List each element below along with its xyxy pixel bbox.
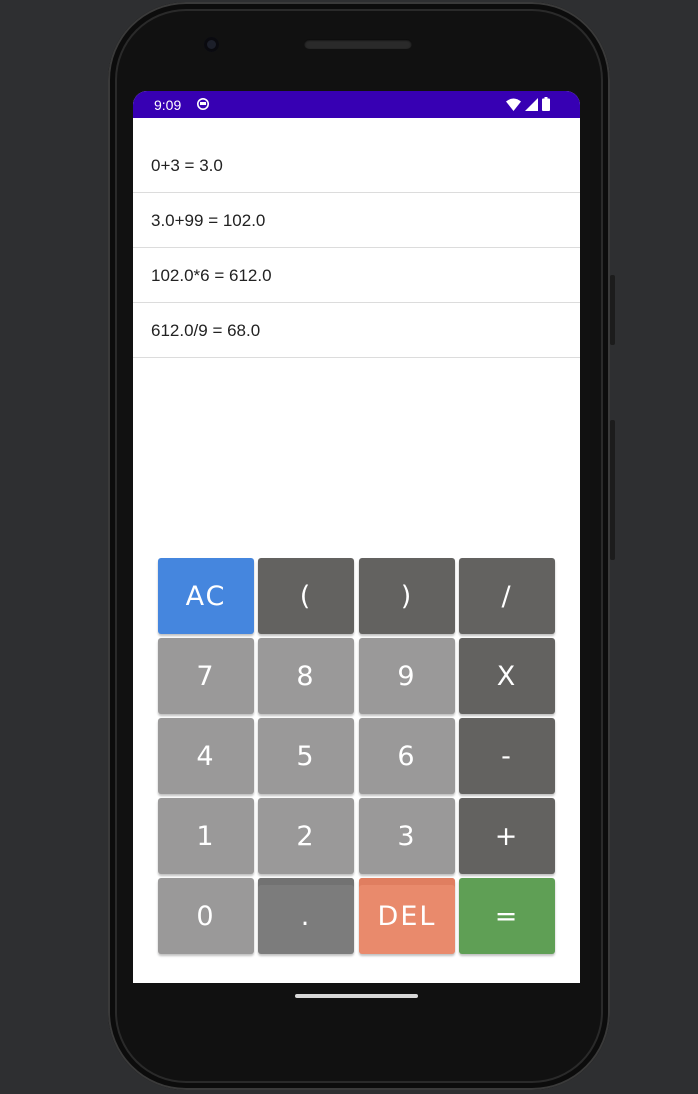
signal-icon (525, 97, 538, 111)
digit-9-button[interactable]: 9 (359, 638, 455, 714)
battery-icon (542, 97, 550, 111)
history-item[interactable]: 612.0/9 = 68.0 (133, 303, 580, 358)
history-item[interactable]: 3.0+99 = 102.0 (133, 193, 580, 248)
digit-3-button[interactable]: 3 (359, 798, 455, 874)
digit-0-button[interactable]: 0 (158, 878, 254, 954)
digit-1-button[interactable]: 1 (158, 798, 254, 874)
digit-5-button[interactable]: 5 (258, 718, 354, 794)
subtract-button[interactable]: - (459, 718, 555, 794)
volume-button (610, 420, 615, 560)
front-camera (204, 37, 219, 52)
home-gesture-bar[interactable] (295, 994, 418, 998)
digit-4-button[interactable]: 4 (158, 718, 254, 794)
power-button (610, 275, 615, 345)
delete-button[interactable]: DEL (359, 878, 455, 954)
digit-6-button[interactable]: 6 (359, 718, 455, 794)
equals-button[interactable]: = (459, 878, 555, 954)
close-paren-button[interactable]: ) (359, 558, 455, 634)
clear-button[interactable]: AC (158, 558, 254, 634)
status-time: 9:09 (154, 97, 182, 113)
digit-8-button[interactable]: 8 (258, 638, 354, 714)
digit-2-button[interactable]: 2 (258, 798, 354, 874)
add-button[interactable]: + (459, 798, 555, 874)
app-screen: 9:09 0+3 = 3.0 3.0+99 = 102.0 102.0*6 = … (133, 91, 580, 983)
earpiece-speaker (304, 39, 412, 49)
history-list: 0+3 = 3.0 3.0+99 = 102.0 102.0*6 = 612.0… (133, 138, 580, 358)
keypad: AC ( ) / 7 8 9 X 4 5 6 - 1 2 3 + 0 . DEL… (158, 558, 555, 954)
open-paren-button[interactable]: ( (258, 558, 354, 634)
multiply-button[interactable]: X (459, 638, 555, 714)
status-bar: 9:09 (133, 91, 580, 118)
digit-7-button[interactable]: 7 (158, 638, 254, 714)
divide-button[interactable]: / (459, 558, 555, 634)
status-icons (506, 97, 550, 111)
decimal-button[interactable]: . (258, 878, 354, 954)
history-item[interactable]: 102.0*6 = 612.0 (133, 248, 580, 303)
android-debug-icon (197, 98, 209, 110)
history-item[interactable]: 0+3 = 3.0 (133, 138, 580, 193)
wifi-icon (506, 98, 521, 111)
